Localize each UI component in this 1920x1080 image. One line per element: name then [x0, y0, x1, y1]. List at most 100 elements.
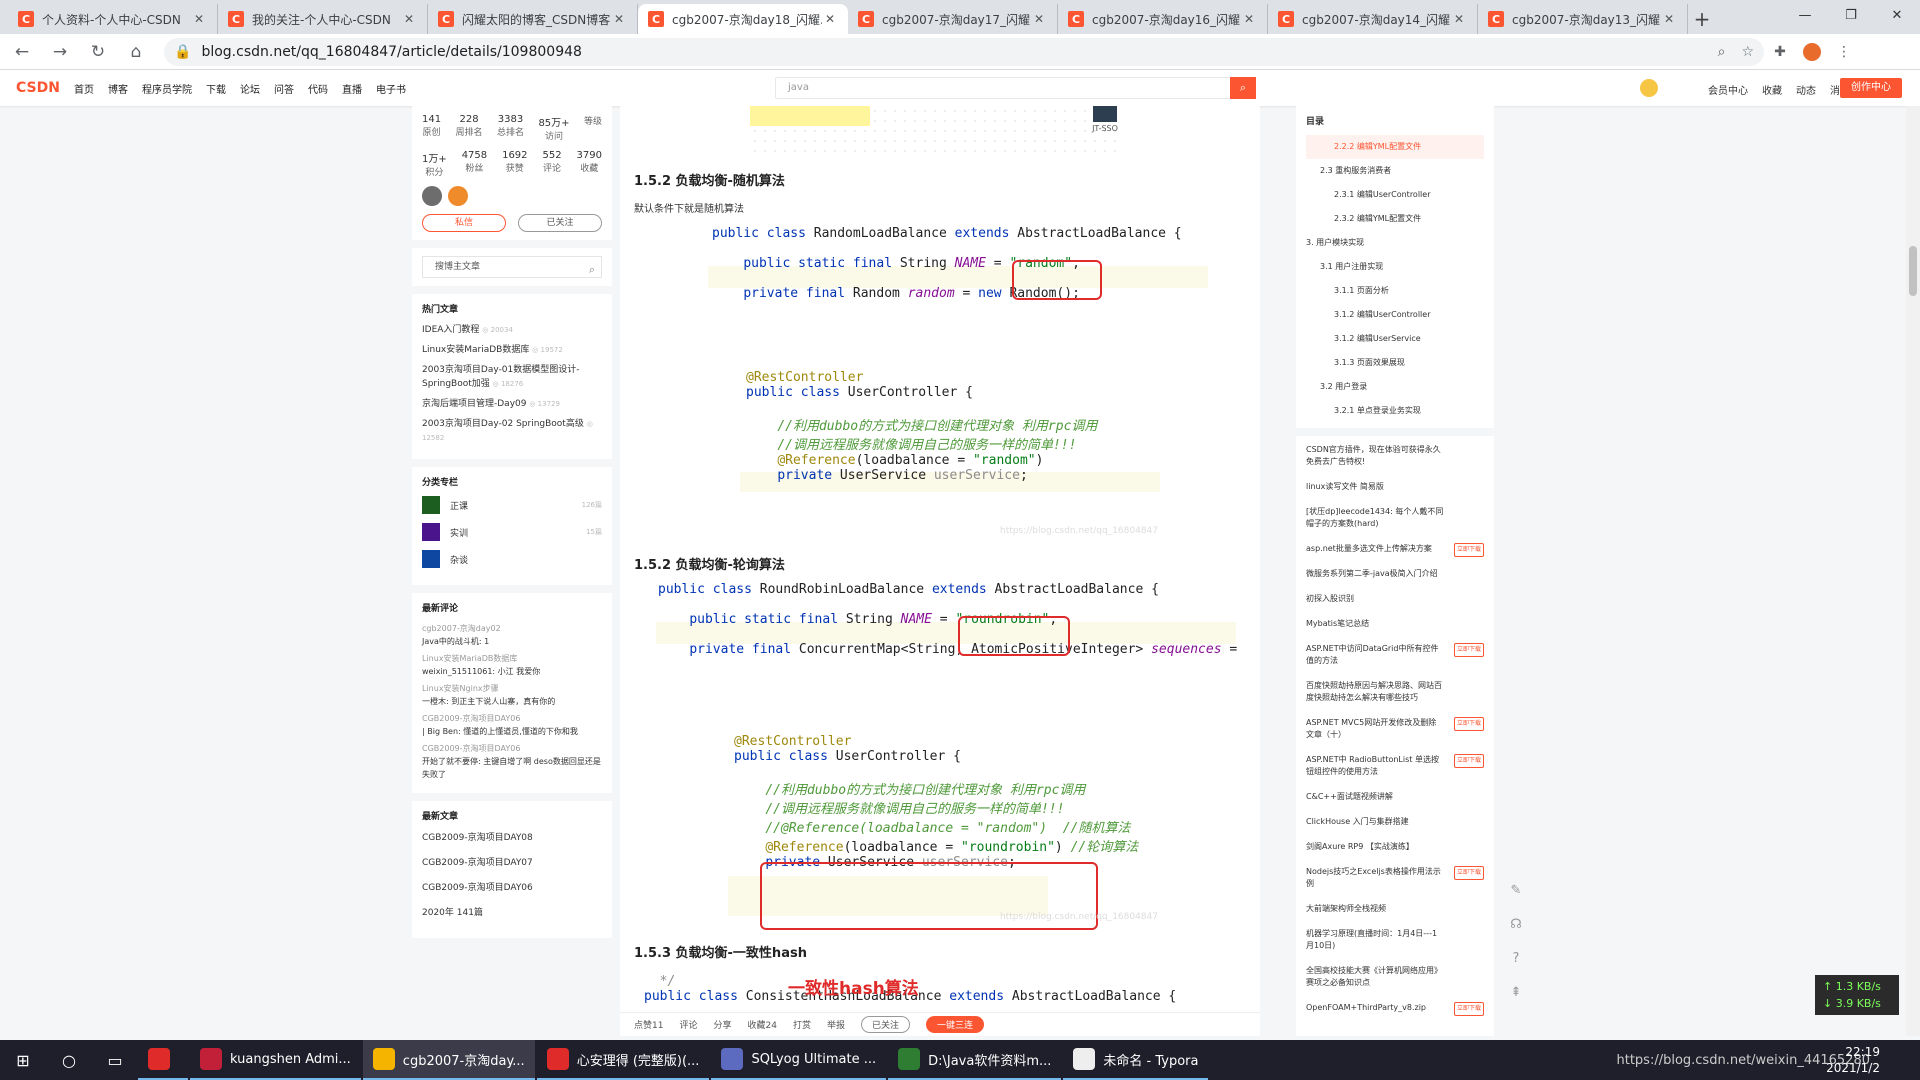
toc-item[interactable]: 3.1.2 编辑UserService	[1306, 327, 1484, 351]
browser-tab[interactable]: Ccgb2007-京淘day16_闪耀... ✕	[1058, 4, 1268, 34]
nav-link[interactable]: 电子书	[376, 81, 406, 96]
nav-link[interactable]: 直播	[342, 81, 362, 96]
toc-item[interactable]: 2.3 重构服务消费者	[1306, 159, 1484, 183]
recent-article-link[interactable]: CGB2009-京淘项目DAY06	[422, 880, 602, 893]
download-button[interactable]: 立即下载	[1453, 717, 1484, 731]
browser-tab[interactable]: C 个人资料-个人中心-CSDN ✕	[8, 4, 218, 34]
comment-item[interactable]: cgb2007-京淘day02 Java中的战斗机: 1	[422, 622, 602, 648]
user-avatar[interactable]	[1640, 79, 1658, 97]
download-button[interactable]: 立即下载	[1453, 1002, 1484, 1016]
extensions-icon[interactable]: ✚	[1764, 44, 1796, 60]
column-item[interactable]: 正课 126篇	[422, 496, 602, 514]
cortana-search-icon[interactable]: ○	[46, 1040, 92, 1080]
report-action[interactable]: 举报	[827, 1018, 845, 1031]
minimize-icon[interactable]: —	[1782, 0, 1828, 30]
private-message-button[interactable]: 私信	[422, 214, 506, 232]
share-action[interactable]: 分享	[713, 1018, 731, 1031]
nav-link[interactable]: 博客	[108, 81, 128, 96]
browser-tab[interactable]: Ccgb2007-京淘day14_闪耀... ✕	[1268, 4, 1478, 34]
recommend-item[interactable]: Nodejs技巧之Exceljs表格操作用法示例 立即下载	[1306, 866, 1484, 890]
browser-tab[interactable]: C 闪耀太阳的博客_CSDN博客 ✕	[428, 4, 638, 34]
archive-item[interactable]: 2020年 141篇	[422, 905, 602, 918]
nav-link[interactable]: 程序员学院	[142, 81, 192, 96]
bookmark-star-icon[interactable]: ☆	[1741, 44, 1754, 60]
nav-link[interactable]: 下载	[206, 81, 226, 96]
task-view-icon[interactable]: ▭	[92, 1040, 138, 1080]
taskbar-app[interactable]: 心安理得 (完整版)(...	[536, 1040, 710, 1080]
comment-item[interactable]: CGB2009-京淘项目DAY06 | Big Ben: 懂道的上懂道员,懂道的下…	[422, 712, 602, 738]
download-button[interactable]: 立即下载	[1453, 866, 1484, 880]
nav-link[interactable]: 论坛	[240, 81, 260, 96]
hot-article-link[interactable]: Linux安装MariaDB数据库 ◎ 19572	[422, 343, 602, 357]
home-icon[interactable]: ⌂	[120, 36, 152, 68]
nav-link[interactable]: 问答	[274, 81, 294, 96]
help-icon[interactable]: ?	[1505, 948, 1527, 970]
profile-avatar[interactable]	[1796, 42, 1828, 61]
toc-item[interactable]: 3.1.2 编辑UserController	[1306, 303, 1484, 327]
recommend-item[interactable]: ASP.NET MVC5网站开发修改及删除文章（十） 立即下载	[1306, 717, 1484, 741]
toc-item[interactable]: 2.3.1 编辑UserController	[1306, 183, 1484, 207]
restore-icon[interactable]: ❐	[1828, 0, 1874, 30]
reward-action[interactable]: 打赏	[793, 1018, 811, 1031]
site-search-input[interactable]: java	[775, 77, 1255, 99]
menu-kebab-icon[interactable]: ⋮	[1828, 44, 1860, 60]
browser-tab[interactable]: C 我的关注-个人中心-CSDN ✕	[218, 4, 428, 34]
recommend-item[interactable]: 剑阁Axure RP9 【实战演练】	[1306, 841, 1484, 853]
toc-item[interactable]: 3.1 用户注册实现	[1306, 255, 1484, 279]
toc-item[interactable]: 3.2 用户登录	[1306, 375, 1484, 399]
toc-item[interactable]: 3.1.1 页面分析	[1306, 279, 1484, 303]
thumbs-up-action[interactable]: 点赞11	[634, 1018, 663, 1031]
taskbar-app[interactable]: D:\Java软件资料m...	[888, 1040, 1062, 1080]
taskbar-app[interactable]: kuangshen Admi...	[190, 1040, 361, 1080]
download-button[interactable]: 立即下载	[1453, 754, 1484, 768]
recommend-item[interactable]: linux读写文件 简易版	[1306, 481, 1484, 493]
download-button[interactable]: 立即下载	[1453, 643, 1484, 657]
triple-action-button[interactable]: 一键三连	[925, 1016, 984, 1033]
tab-close-icon[interactable]: ✕	[1031, 12, 1047, 26]
recommend-item[interactable]: ASP.NET中 RadioButtonList 单选按钮组控件的使用方法 立即下…	[1306, 754, 1484, 778]
zoom-icon[interactable]: ⌕	[1718, 44, 1726, 60]
hot-article-link[interactable]: 2003京淘项目Day-01数据模型图设计-SpringBoot加强 ◎ 182…	[422, 363, 602, 391]
column-item[interactable]: 实训 15篇	[422, 523, 602, 541]
nav-link[interactable]: 动态	[1796, 82, 1816, 97]
browser-tab[interactable]: Ccgb2007-京淘day18_闪耀... ✕	[638, 4, 848, 34]
tab-close-icon[interactable]: ✕	[191, 12, 207, 26]
comment-action[interactable]: 评论	[679, 1018, 697, 1031]
tab-close-icon[interactable]: ✕	[1241, 12, 1257, 26]
recommend-item[interactable]: 大前端架构师全栈视频	[1306, 903, 1484, 915]
comment-item[interactable]: CGB2009-京淘项目DAY06 开始了就不要停: 主键自增了啊 deso数据回…	[422, 742, 602, 781]
top-icon[interactable]: ⇞	[1505, 982, 1527, 1004]
new-tab-icon[interactable]: +	[1688, 4, 1716, 34]
hot-article-link[interactable]: 2003京淘项目Day-02 SpringBoot高级 ◎ 12582	[422, 417, 602, 445]
taskbar-app[interactable]	[138, 1040, 188, 1080]
download-button[interactable]: 立即下载	[1453, 543, 1484, 557]
recommend-item[interactable]: ClickHouse 入门与集群搭建	[1306, 816, 1484, 828]
followed-button[interactable]: 已关注	[860, 1016, 910, 1033]
back-icon[interactable]: ←	[6, 36, 38, 68]
clock[interactable]: 22:19 2021/1/2	[1826, 1044, 1880, 1076]
create-center-button[interactable]: 创作中心	[1840, 78, 1902, 98]
recommend-item[interactable]: OpenFOAM+ThirdParty_v8.zip 立即下载	[1306, 1002, 1484, 1016]
recommend-item[interactable]: 机器学习原理(直播时间：1月4日---1月10日)	[1306, 928, 1484, 952]
csdn-logo[interactable]: CSDN	[16, 80, 60, 96]
tab-close-icon[interactable]: ✕	[401, 12, 417, 26]
blog-search-input[interactable]: 搜博主文章 ⌕	[422, 256, 602, 278]
forward-icon[interactable]: →	[44, 36, 76, 68]
hot-article-link[interactable]: 京淘后端项目管理-Day09 ◎ 13729	[422, 397, 602, 411]
scroll-thumb[interactable]	[1909, 246, 1917, 296]
taskbar-app[interactable]: 未命名 - Typora	[1063, 1040, 1209, 1080]
recommend-item[interactable]: 微服务系列第二季-java极简入门介绍	[1306, 568, 1484, 580]
edit-icon[interactable]: ✎	[1505, 880, 1527, 902]
recommend-item[interactable]: Mybatis笔记总结	[1306, 618, 1484, 630]
page-scrollbar[interactable]	[1906, 106, 1920, 1036]
reload-icon[interactable]: ↻	[82, 36, 114, 68]
followed-button[interactable]: 已关注	[518, 214, 602, 232]
close-window-icon[interactable]: ✕	[1874, 0, 1920, 30]
recent-article-link[interactable]: CGB2009-京淘项目DAY08	[422, 830, 602, 843]
nav-link[interactable]: 会员中心	[1708, 82, 1748, 97]
toc-item[interactable]: 3.2.1 单点登录业务实现	[1306, 399, 1484, 423]
nav-link[interactable]: 代码	[308, 81, 328, 96]
headset-icon[interactable]: ☊	[1505, 914, 1527, 936]
browser-tab[interactable]: Ccgb2007-京淘day17_闪耀... ✕	[848, 4, 1058, 34]
tab-close-icon[interactable]: ✕	[611, 12, 627, 26]
